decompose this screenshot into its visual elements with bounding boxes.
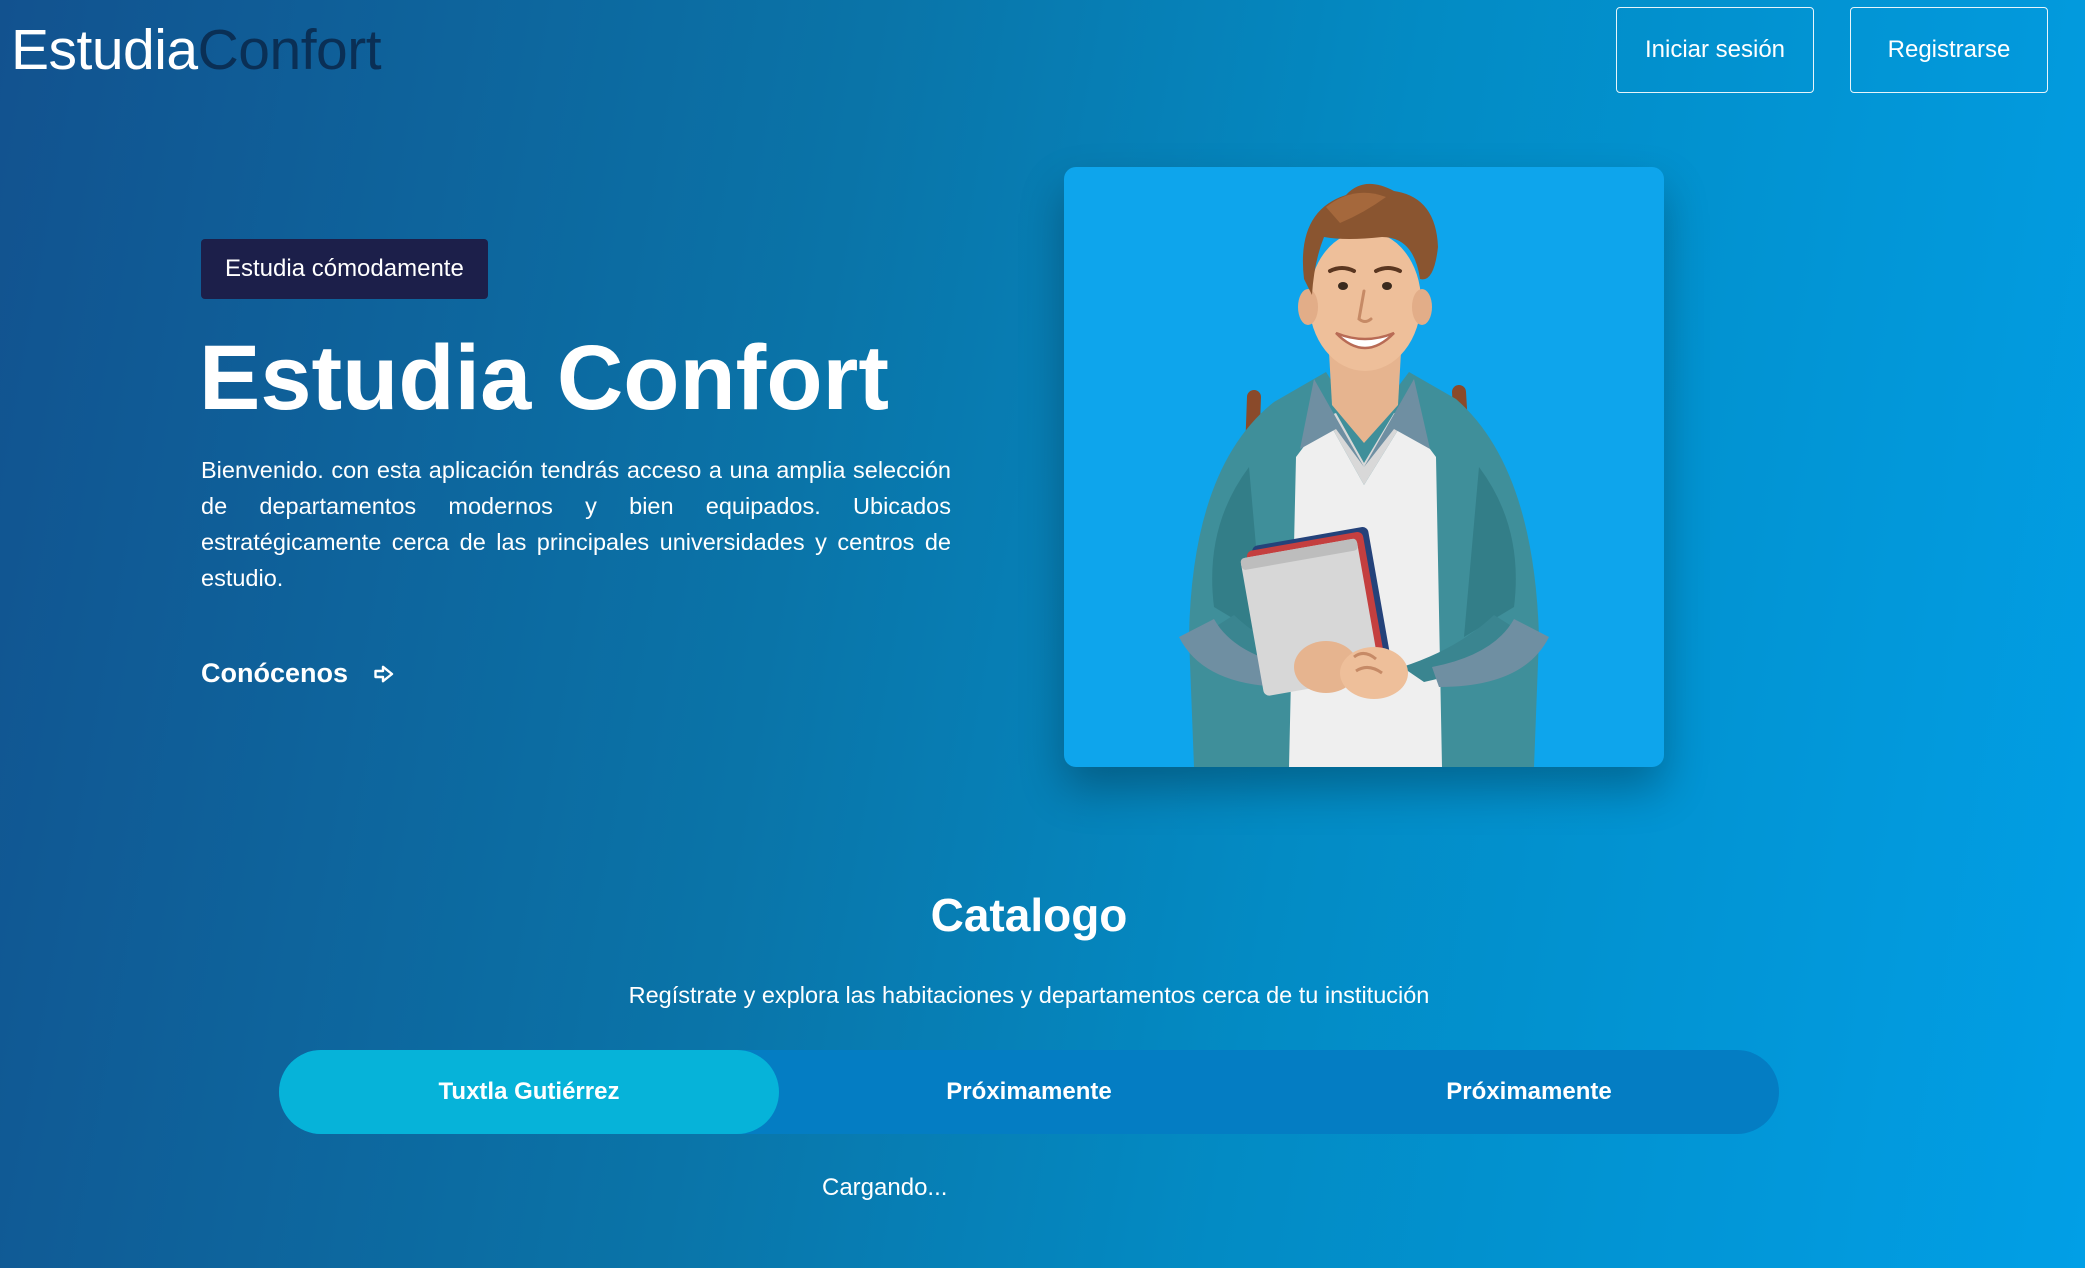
hero-description: Bienvenido. con esta aplicación tendrás … <box>201 457 951 591</box>
hero-title: Estudia Confort <box>199 327 889 429</box>
tagline-badge: Estudia cómodamente <box>201 239 488 299</box>
tab-tuxtla-gutierrez[interactable]: Tuxtla Gutiérrez <box>279 1050 779 1134</box>
logo-text-primary: Estudia <box>11 18 198 82</box>
catalog-title: Catalogo <box>930 889 1128 941</box>
tab-coming-soon-2[interactable]: Próximamente <box>1279 1050 1779 1134</box>
about-us-link-label: Conócenos <box>201 658 349 688</box>
logo-text-accent: Confort <box>197 18 382 82</box>
brand-logo[interactable]: EstudiaConfort <box>11 22 382 79</box>
tab-coming-soon-1[interactable]: Próximamente <box>779 1050 1279 1134</box>
login-button[interactable]: Iniciar sesión <box>1616 7 1814 93</box>
about-us-link[interactable]: Conócenos <box>201 658 394 689</box>
arrow-right-icon <box>374 665 394 683</box>
register-button[interactable]: Registrarse <box>1850 7 2048 93</box>
city-tabs: Tuxtla Gutiérrez Próximamente Próximamen… <box>279 1050 1779 1134</box>
catalog-subtitle: Regístrate y explora las habitaciones y … <box>628 982 1430 1008</box>
hero-image-student <box>1064 167 1664 767</box>
loading-status: Cargando... <box>822 1174 948 1201</box>
student-illustration <box>1179 183 1549 767</box>
